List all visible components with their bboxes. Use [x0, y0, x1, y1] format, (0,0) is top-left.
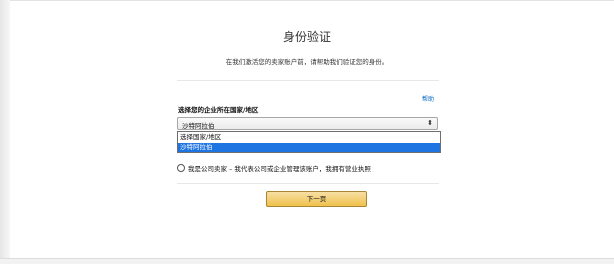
help-link[interactable]: 帮助: [422, 94, 434, 103]
radio-button-icon[interactable]: [177, 164, 185, 172]
page-title: 身份验证: [282, 30, 331, 44]
country-select-value: 沙特阿拉伯: [182, 122, 215, 130]
page-subtitle: 在我们激活您的卖家账户前，请帮助我们验证您的身份。: [225, 58, 389, 66]
bottom-bar: [0, 259, 614, 264]
divider: [177, 80, 439, 81]
up-down-arrows-icon: ⬍: [427, 119, 433, 127]
top-border: [10, 0, 614, 1]
country-select[interactable]: 沙特阿拉伯 ⬍: [177, 117, 438, 130]
next-button[interactable]: 下一页: [266, 191, 367, 207]
country-option-saudi-arabia[interactable]: 沙特阿拉伯: [178, 143, 440, 152]
country-label: 选择您的企业所在国家/地区: [178, 106, 259, 114]
country-option-placeholder[interactable]: 选择国家/地区: [178, 133, 440, 142]
divider: [177, 183, 439, 184]
country-dropdown-list: 选择国家/地区 沙特阿拉伯: [177, 131, 441, 153]
business-seller-label: 我是公司卖家 – 我代表公司或企业管理该账户，我拥有营业执照: [188, 165, 371, 173]
